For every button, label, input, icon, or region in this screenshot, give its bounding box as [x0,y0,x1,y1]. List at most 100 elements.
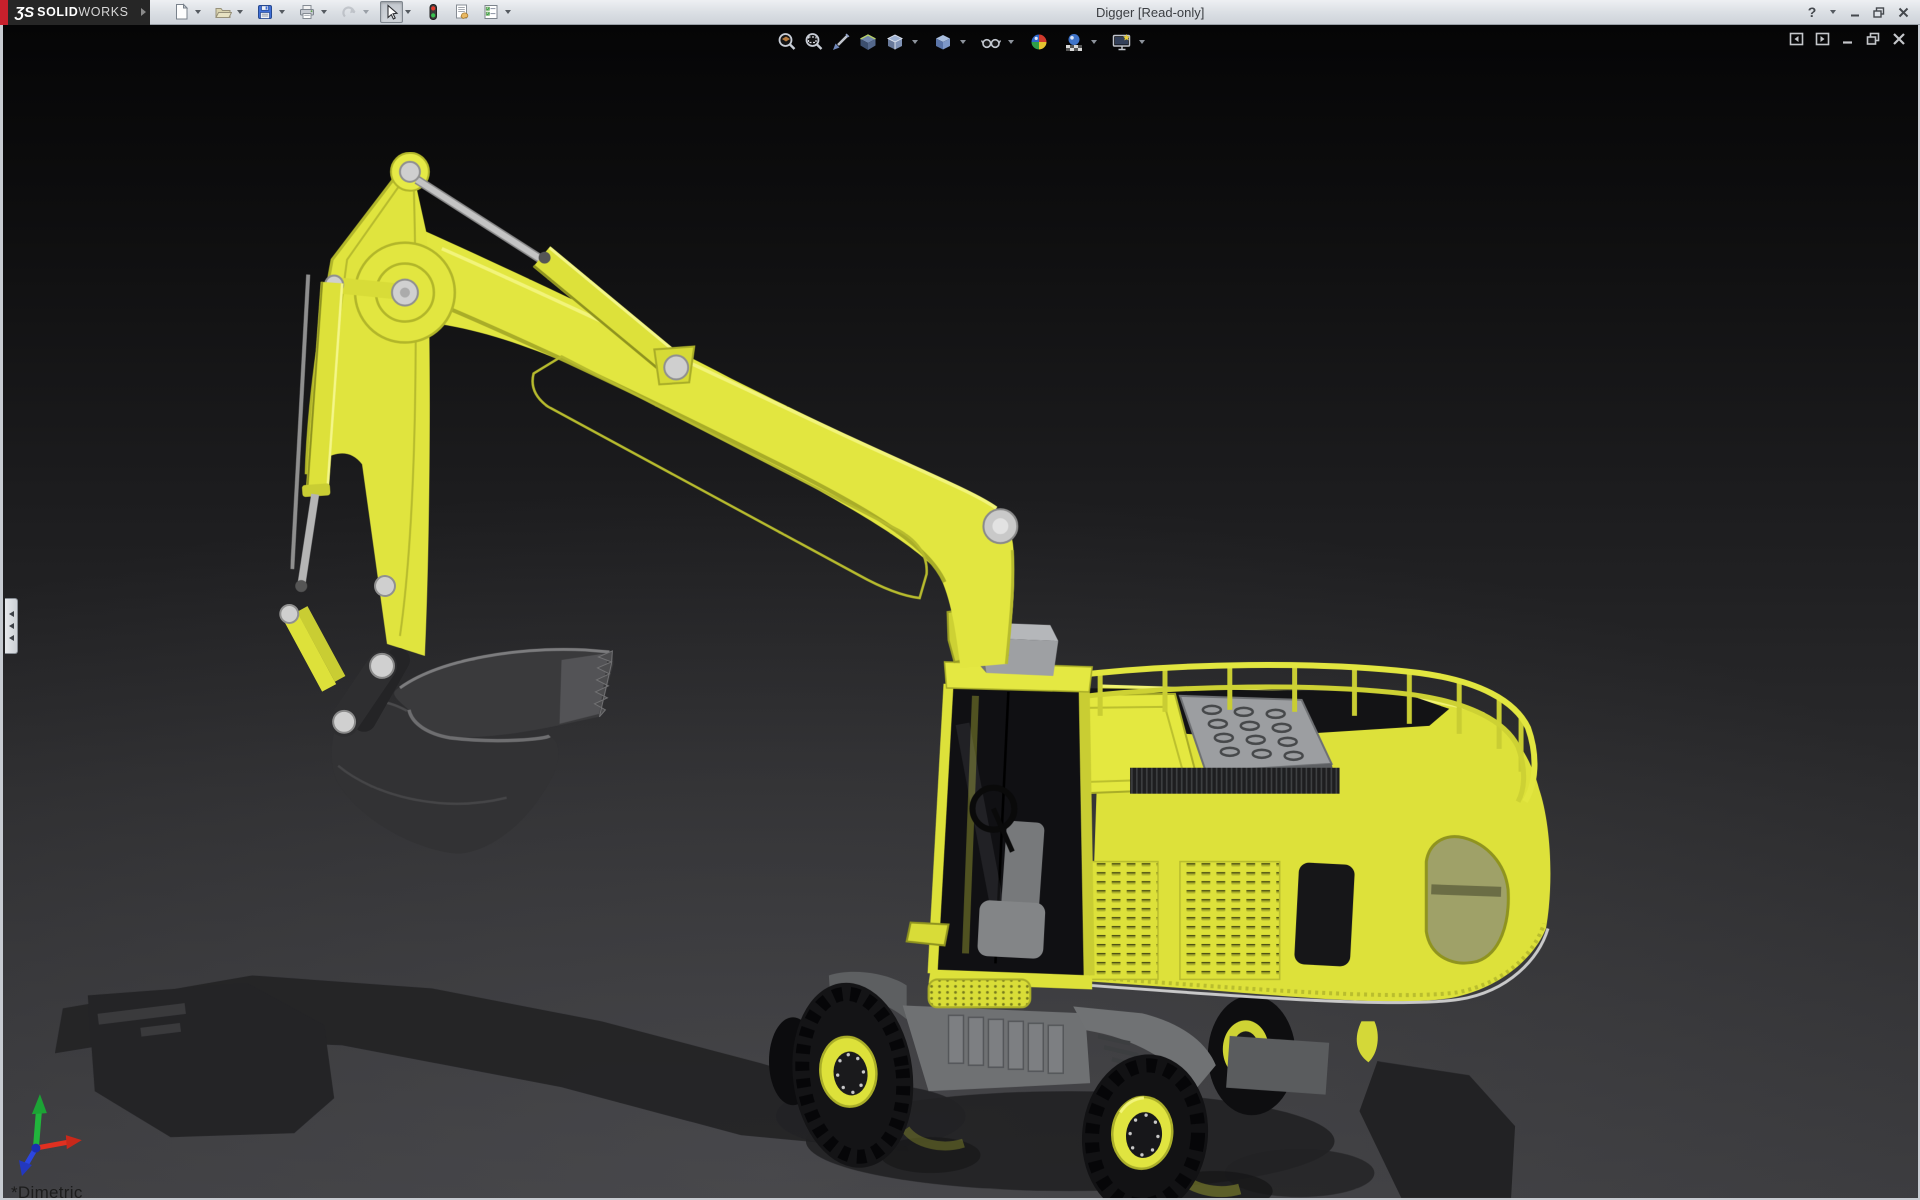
select-dropdown[interactable] [403,1,414,23]
edit-appearance-icon [1028,31,1050,53]
orientation-triad [19,1094,82,1176]
open-folder-icon [214,3,232,21]
close-icon [1897,6,1910,19]
minimize-icon [1849,6,1862,19]
new-document-dropdown[interactable] [193,1,204,23]
boom[interactable] [380,230,1017,668]
document-window-controls [1789,32,1906,46]
elbow-pin [983,509,1017,543]
zoom-to-area-button[interactable] [802,30,826,54]
view-settings-dropdown[interactable] [1137,30,1147,54]
view-orientation-button[interactable] [883,30,907,54]
window-controls: ? [1803,1,1920,23]
restore-document-icon [1866,32,1881,46]
print-dropdown[interactable] [319,1,330,23]
show-pane-right-button[interactable] [1815,32,1830,46]
help-icon: ? [1808,4,1817,20]
restore-icon [1872,6,1886,19]
collapse-arrow-icon [9,635,14,641]
print-icon [298,3,316,21]
rebuild-traffic-light-icon [424,3,442,21]
solidworks-logo-light: WORKS [78,5,128,19]
view-orientation-icon [884,31,906,53]
window-title: Digger [Read-only] [1096,5,1204,20]
select-cursor-icon [382,3,400,21]
minimize-document-icon [1841,32,1855,46]
edit-appearance-button[interactable] [1027,30,1051,54]
solidworks-window: ƷS SOLIDWORKS [0,0,1920,1200]
previous-view-icon [830,31,852,53]
undo-icon [340,3,358,21]
restore-button[interactable] [1870,2,1888,22]
apply-scene-icon [1063,31,1085,53]
collapse-arrow-icon [9,623,14,629]
feature-panel-collapsed-tab[interactable] [5,598,18,654]
undo-button[interactable] [338,1,361,23]
view-settings-icon [1111,31,1133,53]
section-view-button[interactable] [856,30,880,54]
pane-left-icon [1789,32,1804,46]
restore-document-button[interactable] [1866,32,1881,46]
view-orientation-dropdown[interactable] [910,30,920,54]
new-document-icon [172,3,190,21]
view-orientation-label: *Dimetric [11,1183,83,1200]
help-button[interactable]: ? [1803,2,1821,22]
side-mirror [907,922,949,945]
headsup-view-toolbar [775,30,1147,54]
standard-toolbar [170,0,516,25]
save-floppy-icon [256,3,274,21]
apex-pin [400,162,420,182]
bucket-linkage[interactable] [280,576,398,733]
hide-show-items-glasses-icon [980,31,1002,53]
graphics-area[interactable]: *Dimetric [0,25,1920,1200]
close-button[interactable] [1894,2,1912,22]
title-bar: ƷS SOLIDWORKS [0,0,1920,25]
options-button[interactable] [480,1,503,23]
solidworks-logo-bold: SOLID [37,5,78,19]
minimize-document-button[interactable] [1841,32,1855,46]
display-style-icon [932,31,954,53]
display-style-button[interactable] [931,30,955,54]
file-properties-icon [453,3,471,21]
display-style-dropdown[interactable] [958,30,968,54]
help-dropdown[interactable] [1827,1,1838,23]
collapse-arrow-icon [9,611,14,617]
hide-show-items-button[interactable] [979,30,1003,54]
flyout-arrow-icon [141,8,146,16]
step-platform [929,979,1031,1007]
model-scene[interactable] [3,25,1918,1198]
solidworks-logo-glyph: ƷS [15,4,34,21]
undo-dropdown[interactable] [361,1,372,23]
close-document-icon [1892,32,1906,46]
menu-flyout-arrow[interactable] [137,0,150,25]
cab-rear-pillar [1084,688,1089,976]
select-button[interactable] [380,1,403,23]
save-dropdown[interactable] [277,1,288,23]
apply-scene-button[interactable] [1062,30,1086,54]
print-button[interactable] [296,1,319,23]
show-pane-left-button[interactable] [1789,32,1804,46]
zoom-to-fit-button[interactable] [775,30,799,54]
section-view-icon [857,31,879,53]
pane-right-icon [1815,32,1830,46]
apply-scene-dropdown[interactable] [1089,30,1099,54]
view-settings-button[interactable] [1110,30,1134,54]
new-document-button[interactable] [170,1,193,23]
zoom-to-fit-icon [776,31,798,53]
zoom-to-area-icon [803,31,825,53]
solidworks-logo: ƷS SOLIDWORKS [8,0,137,25]
cylinder-mount-pin [664,355,688,379]
options-dropdown[interactable] [503,1,514,23]
options-checklist-icon [482,3,500,21]
open-button[interactable] [212,1,235,23]
open-dropdown[interactable] [235,1,246,23]
save-button[interactable] [254,1,277,23]
file-properties-button[interactable] [451,1,474,23]
minimize-button[interactable] [1846,2,1864,22]
cab[interactable] [907,622,1093,1007]
previous-view-button[interactable] [829,30,853,54]
hide-show-items-dropdown[interactable] [1006,30,1016,54]
rebuild-button[interactable] [422,1,445,23]
close-document-button[interactable] [1892,32,1906,46]
brand-accent-strip [0,0,8,25]
